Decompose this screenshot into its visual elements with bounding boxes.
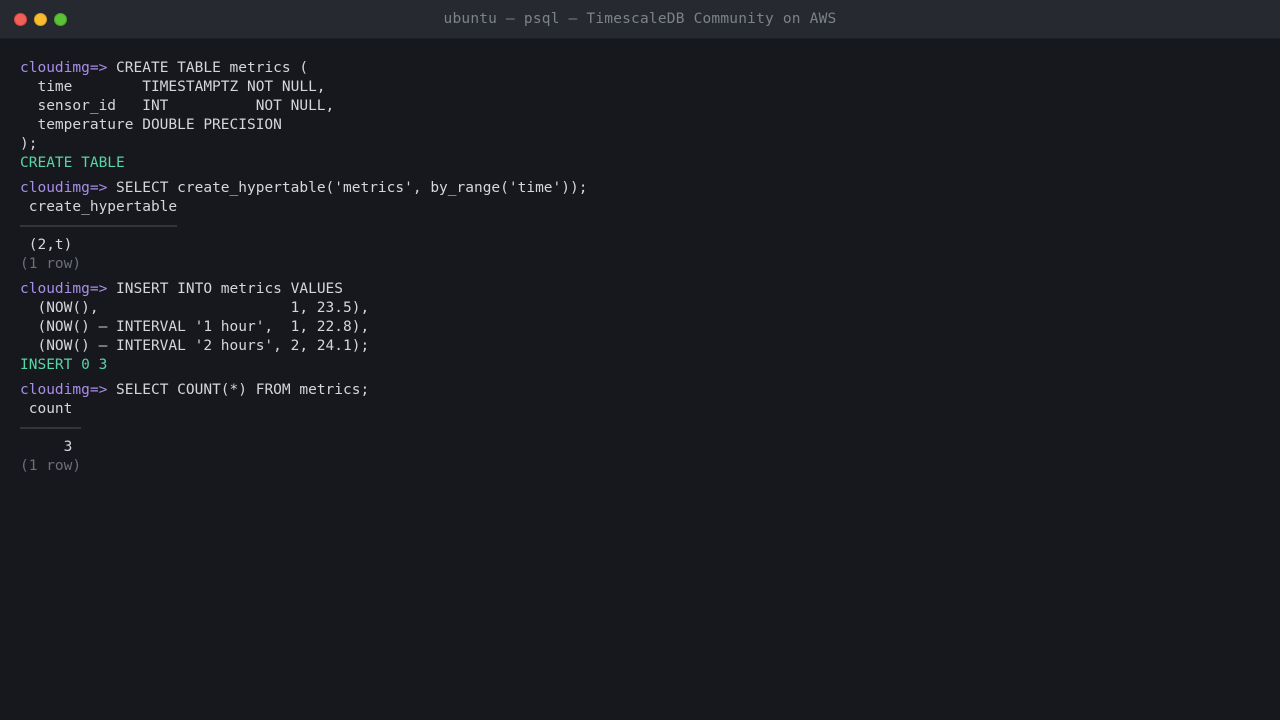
- result-value: (2,t): [20, 237, 73, 253]
- prompt: cloudimg=>: [20, 281, 108, 297]
- command-text: SELECT create_hypertable('metrics', by_r…: [107, 180, 588, 196]
- command-continuation: sensor_id INT NOT NULL,: [20, 98, 335, 114]
- command-continuation: (NOW(), 1, 23.5),: [20, 300, 370, 316]
- command-continuation: );: [20, 136, 38, 152]
- result-separator: ———————: [20, 420, 82, 436]
- result-separator: ——————————————————: [20, 218, 178, 234]
- command-continuation: (NOW() — INTERVAL '2 hours', 2, 24.1);: [20, 338, 370, 354]
- command-text: SELECT COUNT(*) FROM metrics;: [107, 382, 370, 398]
- row-count: (1 row): [20, 256, 82, 272]
- prompt: cloudimg=>: [20, 60, 108, 76]
- row-count: (1 row): [20, 458, 82, 474]
- command-continuation: (NOW() — INTERVAL '1 hour', 1, 22.8),: [20, 319, 370, 335]
- command-result: CREATE TABLE: [20, 155, 125, 171]
- command-line: cloudimg=> CREATE TABLE metrics (: [20, 59, 1260, 78]
- command-result: INSERT 0 3: [20, 357, 108, 373]
- result-header: count: [20, 401, 73, 417]
- prompt: cloudimg=>: [20, 180, 108, 196]
- terminal-output[interactable]: cloudimg=> CREATE TABLE metrics ( time T…: [20, 59, 1260, 476]
- command-text: CREATE TABLE metrics (: [107, 60, 309, 76]
- prompt: cloudimg=>: [20, 382, 108, 398]
- command-continuation: time TIMESTAMPTZ NOT NULL,: [20, 79, 326, 95]
- result-header: create_hypertable: [20, 199, 178, 215]
- command-continuation: temperature DOUBLE PRECISION: [20, 117, 282, 133]
- result-value: 3: [20, 439, 73, 455]
- command-line: cloudimg=> INSERT INTO metrics VALUES: [20, 280, 1260, 299]
- title-bar[interactable]: ubuntu — psql — TimescaleDB Community on…: [0, 0, 1280, 39]
- command-line: cloudimg=> SELECT create_hypertable('met…: [20, 179, 1260, 198]
- command-text: INSERT INTO metrics VALUES: [107, 281, 344, 297]
- window-title: ubuntu — psql — TimescaleDB Community on…: [443, 11, 837, 27]
- terminal-window: ubuntu — psql — TimescaleDB Community on…: [0, 0, 1280, 720]
- command-line: cloudimg=> SELECT COUNT(*) FROM metrics;: [20, 381, 1260, 400]
